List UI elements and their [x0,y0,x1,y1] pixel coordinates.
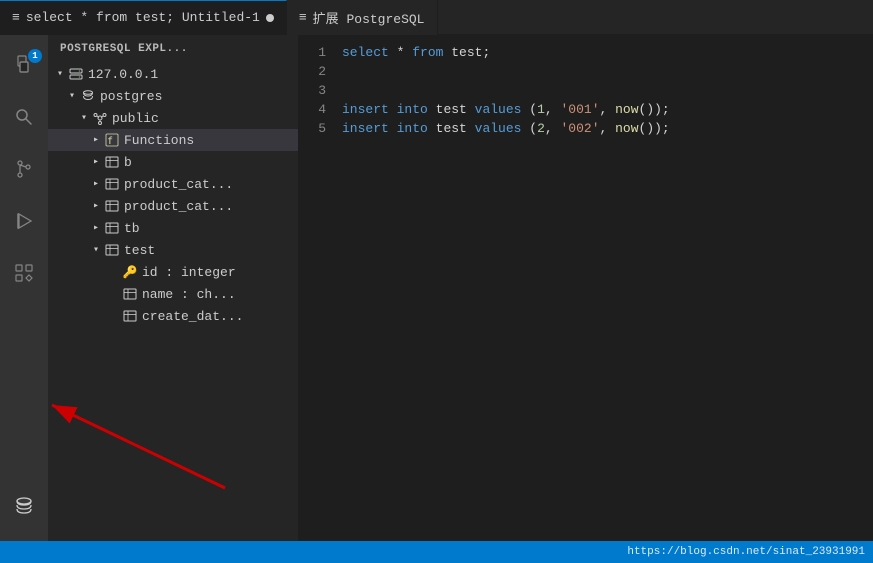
tree-arrow-functions [88,132,104,148]
sidebar-title: POSTGRESQL EXPL... [48,35,298,63]
column-name-icon [122,286,138,302]
tree-item-tb[interactable]: tb [48,217,298,239]
run-icon [13,210,35,236]
sidebar: POSTGRESQL EXPL... 127.0.0.1 [48,35,298,541]
tree-label-server: 127.0.0.1 [88,67,158,82]
line-numbers: 1 2 3 4 5 [298,43,338,533]
activity-files[interactable]: 1 [0,43,48,91]
table-test-icon [104,242,120,258]
tree-item-functions[interactable]: f Functions [48,129,298,151]
files-badge: 1 [28,49,42,63]
table-tb-icon [104,220,120,236]
code-line-3 [342,81,873,100]
tree-label-product-cat-2: product_cat... [124,199,233,214]
git-icon [13,158,35,184]
activity-git[interactable] [0,147,48,195]
editor-area: 1 2 3 4 5 select * from test; insert int… [298,35,873,541]
tree-item-id[interactable]: ▸ 🔑 id : integer [48,261,298,283]
tree-item-postgres[interactable]: postgres [48,85,298,107]
tree-item-product-cat-2[interactable]: product_cat... [48,195,298,217]
code-line-4: insert into test values (1, '001', now()… [342,100,873,119]
tab-select[interactable]: ≡ select * from test; Untitled-1 [0,0,287,35]
tree-label-postgres: postgres [100,89,162,104]
tab-bar: ≡ select * from test; Untitled-1 ≡ 扩展 Po… [0,0,873,35]
tree-label-test: test [124,243,155,258]
tree-label-createdat: create_dat... [142,309,243,324]
tree-arrow-postgres [64,88,80,104]
tree-label-product-cat-1: product_cat... [124,177,233,192]
editor-content[interactable]: 1 2 3 4 5 select * from test; insert int… [298,35,873,541]
db-icon [12,495,36,523]
schema-icon [92,110,108,126]
tree-item-server[interactable]: 127.0.0.1 [48,63,298,85]
column-createdat-icon [122,308,138,324]
tree-arrow-server [52,66,68,82]
activity-run[interactable] [0,199,48,247]
svg-text:f: f [107,136,113,147]
tree-label-name: name : ch... [142,287,236,302]
tree-arrow-b [88,154,104,170]
tree-arrow-public [76,110,92,126]
tree-label-b: b [124,155,132,170]
code-line-2 [342,62,873,81]
status-bar: https://blog.csdn.net/sinat_23931991 [0,541,873,563]
tree-item-public[interactable]: public [48,107,298,129]
code-content[interactable]: select * from test; insert into test val… [338,43,873,533]
tree-item-product-cat-1[interactable]: product_cat... [48,173,298,195]
tab-pg[interactable]: ≡ 扩展 PostgreSQL [287,0,438,35]
tree-item-createdat[interactable]: ▸ create_dat... [48,305,298,327]
key-icon: 🔑 [122,264,138,280]
table-product-cat-2-icon [104,198,120,214]
tree-arrow-test [88,242,104,258]
activity-db[interactable] [0,485,48,533]
tab-pg-icon: ≡ [299,10,307,25]
tree-label-id: id : integer [142,265,236,280]
functions-icon: f [104,132,120,148]
tree-item-name[interactable]: ▸ name : ch... [48,283,298,305]
table-product-cat-1-icon [104,176,120,192]
code-line-1: select * from test; [342,43,873,62]
tab-select-label: select * from test; Untitled-1 [26,10,260,25]
code-line-5: insert into test values (2, '002', now()… [342,119,873,138]
activity-bar: 1 [0,35,48,541]
tree-arrow-product-cat-2 [88,198,104,214]
activity-search[interactable] [0,95,48,143]
tree-item-b[interactable]: b [48,151,298,173]
tree-arrow-product-cat-1 [88,176,104,192]
tab-select-icon: ≡ [12,10,20,25]
tree-label-public: public [112,111,159,126]
server-icon [68,66,84,82]
tab-pg-label: 扩展 PostgreSQL [313,8,425,27]
tree-label-tb: tb [124,221,140,236]
database-icon [80,88,96,104]
extensions-icon [13,262,35,288]
search-icon [13,106,35,132]
activity-extensions[interactable] [0,251,48,299]
tab-unsaved-dot [266,14,274,22]
tree-arrow-tb [88,220,104,236]
status-bar-url: https://blog.csdn.net/sinat_23931991 [627,546,865,558]
table-b-icon [104,154,120,170]
tree-label-functions: Functions [124,133,194,148]
tree-item-test[interactable]: test [48,239,298,261]
